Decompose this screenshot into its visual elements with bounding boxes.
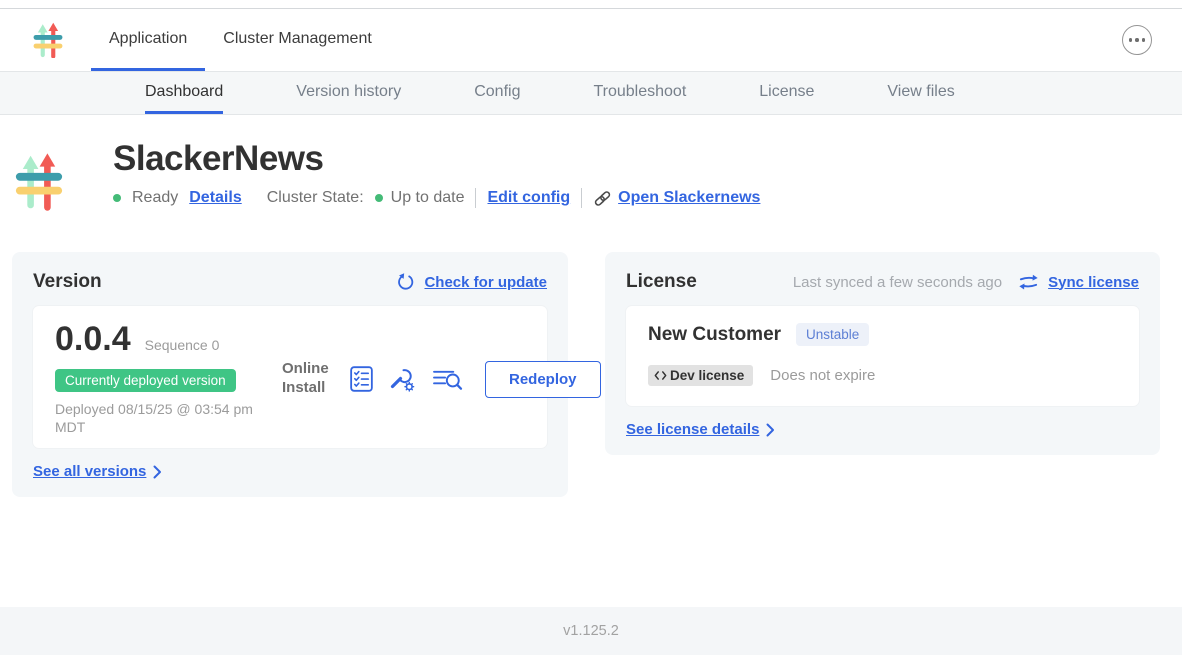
slackernews-arrows-logo-large (15, 141, 63, 221)
license-card: License Last synced a few seconds ago Sy… (605, 252, 1160, 455)
code-icon (654, 370, 667, 381)
top-border (0, 0, 1182, 9)
license-expiry: Does not expire (770, 367, 875, 384)
dashboard-cards: Version Check for update 0.0.4 Sequ (0, 252, 1182, 497)
dashboard-content: SlackerNews Ready Details Cluster State:… (0, 115, 1182, 497)
app-status-label: Ready (132, 189, 178, 207)
cluster-state-value: Up to date (391, 189, 465, 207)
version-card-title: Version (33, 271, 102, 293)
version-number: 0.0.4 (55, 322, 131, 356)
version-sequence: Sequence 0 (145, 337, 220, 353)
see-all-versions-link[interactable]: See all versions (33, 463, 146, 480)
tab-version-history[interactable]: Version history (296, 72, 401, 114)
current-version-panel: 0.0.4 Sequence 0 Currently deployed vers… (33, 306, 547, 448)
currently-deployed-badge: Currently deployed version (55, 369, 236, 392)
link-icon (593, 189, 612, 208)
deployed-timestamp: Deployed 08/15/25 @ 03:54 pm MDT (55, 400, 265, 436)
tab-application-label: Application (109, 30, 187, 48)
console-version: v1.125.2 (563, 623, 619, 639)
refresh-icon[interactable] (396, 273, 415, 292)
preflight-checks-icon[interactable] (350, 366, 373, 392)
cluster-state-label: Cluster State: (267, 189, 364, 207)
tab-view-files[interactable]: View files (887, 72, 954, 114)
chevron-right-icon (766, 423, 775, 437)
app-status-row: Ready Details Cluster State: Up to date … (113, 188, 771, 208)
tab-dashboard[interactable]: Dashboard (145, 72, 223, 114)
app-status-dot (113, 194, 121, 202)
open-app-link[interactable]: Open Slackernews (593, 189, 760, 208)
see-license-details-link[interactable]: See license details (626, 421, 759, 438)
sync-arrows-icon[interactable] (1018, 273, 1039, 291)
last-synced-text: Last synced a few seconds ago (793, 274, 1002, 291)
divider (475, 188, 476, 208)
app-subnav: Dashboard Version history Config Trouble… (0, 72, 1182, 115)
console-footer: v1.125.2 (0, 607, 1182, 655)
divider (581, 188, 582, 208)
tab-cluster-management-label: Cluster Management (223, 30, 372, 48)
tab-cluster-management[interactable]: Cluster Management (205, 9, 390, 71)
tab-config[interactable]: Config (474, 72, 520, 114)
chevron-right-icon (153, 465, 162, 479)
release-notes-icon[interactable] (432, 367, 463, 392)
sync-license-link[interactable]: Sync license (1048, 274, 1139, 291)
tab-troubleshoot[interactable]: Troubleshoot (593, 72, 686, 114)
details-link[interactable]: Details (189, 189, 241, 207)
ellipsis-menu-icon[interactable] (1122, 25, 1152, 55)
config-wrench-icon[interactable] (389, 366, 416, 393)
license-card-title: License (626, 271, 697, 293)
channel-badge: Unstable (796, 323, 869, 346)
tab-application[interactable]: Application (91, 9, 205, 71)
version-card: Version Check for update 0.0.4 Sequ (12, 252, 568, 497)
slackernews-arrows-logo (33, 22, 63, 58)
tab-license[interactable]: License (759, 72, 814, 114)
app-header: SlackerNews Ready Details Cluster State:… (0, 139, 1182, 221)
customer-name: New Customer (648, 324, 781, 346)
license-type-badge: Dev license (648, 365, 753, 386)
app-title: SlackerNews (113, 139, 771, 179)
cluster-state-dot (375, 194, 383, 202)
install-type-label: Online Install (282, 360, 334, 398)
redeploy-button[interactable]: Redeploy (485, 361, 601, 398)
check-for-update-link[interactable]: Check for update (424, 274, 547, 291)
edit-config-link[interactable]: Edit config (487, 189, 570, 207)
primary-nav: Application Cluster Management (0, 9, 1182, 72)
open-app-label: Open Slackernews (618, 189, 760, 207)
license-type-label: Dev license (670, 368, 744, 383)
license-summary-panel: New Customer Unstable (626, 306, 1139, 406)
